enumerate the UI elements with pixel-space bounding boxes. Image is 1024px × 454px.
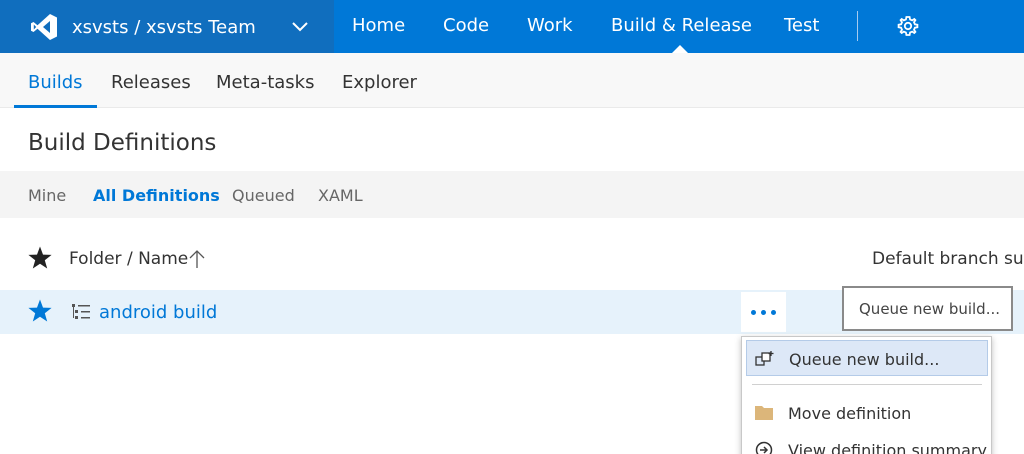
- favorite-header-star-icon: [28, 246, 52, 269]
- view-summary-icon: [755, 441, 773, 454]
- visual-studio-logo-icon: [31, 14, 57, 40]
- project-selector[interactable]: xsvsts / xsvsts Team: [0, 0, 334, 53]
- nav-build-release[interactable]: Build & Release: [611, 15, 752, 36]
- queue-build-icon: [755, 351, 774, 366]
- top-navigation-bar: xsvsts / xsvsts Team Home Code Work Buil…: [0, 0, 1024, 54]
- sort-ascending-arrow-icon: [189, 250, 205, 268]
- more-dot-icon: [761, 310, 766, 315]
- column-header-default-branch[interactable]: Default branch sum: [872, 249, 1024, 269]
- menu-item-move-definition[interactable]: Move definition: [746, 395, 988, 431]
- menu-item-label: Queue new build...: [789, 350, 940, 369]
- nav-divider: [857, 11, 858, 41]
- menu-item-queue-new-build[interactable]: Queue new build...: [746, 340, 988, 376]
- hub-navigation: Builds Releases Meta-tasks Explorer: [0, 53, 1024, 108]
- project-name: xsvsts / xsvsts Team: [72, 17, 256, 38]
- folder-icon: [755, 406, 773, 420]
- filter-mine[interactable]: Mine: [28, 186, 66, 205]
- filter-xaml[interactable]: XAML: [318, 186, 363, 205]
- filter-all-definitions[interactable]: All Definitions: [93, 186, 220, 205]
- menu-separator: [752, 384, 982, 385]
- filter-queued[interactable]: Queued: [232, 186, 295, 205]
- definition-filter-tabs: Mine All Definitions Queued XAML: [0, 171, 1024, 218]
- nav-home[interactable]: Home: [352, 15, 405, 36]
- favorite-star-icon[interactable]: [27, 298, 53, 324]
- chevron-down-icon[interactable]: [289, 17, 311, 37]
- page-title: Build Definitions: [28, 130, 217, 156]
- queue-new-build-button[interactable]: Queue new build...: [842, 286, 1013, 331]
- nav-test[interactable]: Test: [784, 15, 819, 36]
- menu-item-label: View definition summary: [788, 441, 987, 454]
- menu-item-label: Move definition: [788, 404, 912, 423]
- menu-item-view-definition-summary[interactable]: View definition summary: [746, 432, 988, 454]
- more-dot-icon: [751, 310, 756, 315]
- nav-code[interactable]: Code: [443, 15, 489, 36]
- nav-work[interactable]: Work: [527, 15, 573, 36]
- subnav-releases[interactable]: Releases: [111, 72, 191, 93]
- queue-new-build-button-label: Queue new build...: [859, 300, 1001, 318]
- column-header-folder-name[interactable]: Folder / Name: [69, 249, 188, 269]
- active-subnav-underline: [14, 105, 97, 108]
- build-definition-icon: [72, 304, 90, 319]
- subnav-explorer[interactable]: Explorer: [342, 72, 417, 93]
- more-actions-button[interactable]: [741, 292, 786, 332]
- subnav-meta-tasks[interactable]: Meta-tasks: [216, 72, 314, 93]
- gear-icon[interactable]: [897, 15, 919, 37]
- definition-context-menu: Queue new build... Move definition View …: [741, 336, 992, 454]
- subnav-builds[interactable]: Builds: [28, 72, 83, 93]
- definition-name-link[interactable]: android build: [99, 302, 217, 323]
- more-dot-icon: [771, 310, 776, 315]
